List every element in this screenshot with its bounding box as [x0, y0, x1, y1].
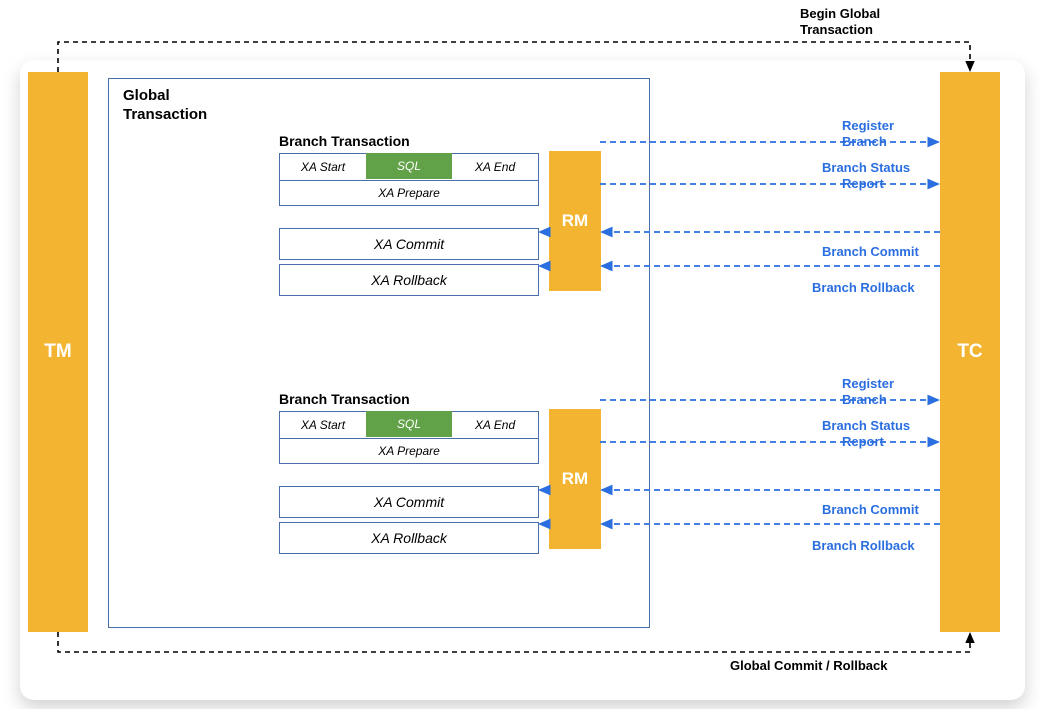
branch-group-1: Branch Transaction XA Start SQL XA End X…: [279, 133, 539, 300]
lbl-rollback-1: Branch Rollback: [812, 280, 915, 296]
xa-commit-1: XA Commit: [279, 228, 539, 260]
lbl-register-1: Register: [842, 118, 894, 134]
branch-title: Branch Transaction: [279, 391, 539, 407]
branch-box-1: XA Start SQL XA End XA Prepare: [279, 153, 539, 206]
branch-box-2: XA Start SQL XA End XA Prepare: [279, 411, 539, 464]
tm-block: TM: [28, 72, 88, 632]
xa-end: XA End: [452, 160, 538, 174]
lbl-commit-2: Branch Commit: [822, 502, 919, 518]
lbl-report-1: Report: [842, 176, 884, 192]
xa-rollback-1: XA Rollback: [279, 264, 539, 296]
branch-title: Branch Transaction: [279, 133, 539, 149]
sql-block: SQL: [366, 411, 452, 437]
global-transaction-box: Global Transaction Branch Transaction XA…: [108, 78, 650, 628]
branch-group-2: Branch Transaction XA Start SQL XA End X…: [279, 391, 539, 558]
tc-label: TC: [957, 341, 982, 363]
xa-commit-2: XA Commit: [279, 486, 539, 518]
global-title: Global Transaction: [123, 87, 207, 125]
lbl-report-2: Report: [842, 434, 884, 450]
tc-block: TC: [940, 72, 1000, 632]
xa-start: XA Start: [280, 418, 366, 432]
lbl-status-1: Branch Status: [822, 160, 910, 176]
lbl-status-2: Branch Status: [822, 418, 910, 434]
lbl-global-commit: Global Commit / Rollback: [730, 658, 887, 674]
xa-end: XA End: [452, 418, 538, 432]
sql-block: SQL: [366, 153, 452, 179]
lbl-commit-1: Branch Commit: [822, 244, 919, 260]
rm-label: RM: [562, 211, 588, 231]
xa-prepare: XA Prepare: [280, 438, 538, 463]
lbl-begin-global: Begin Global Transaction: [800, 6, 880, 37]
lbl-branch-2: Branch: [842, 392, 887, 408]
lbl-rollback-2: Branch Rollback: [812, 538, 915, 554]
rm-label: RM: [562, 469, 588, 489]
xa-start: XA Start: [280, 160, 366, 174]
rm-block-2: RM: [549, 409, 601, 549]
xa-rollback-2: XA Rollback: [279, 522, 539, 554]
tm-label: TM: [44, 341, 71, 363]
lbl-branch-1: Branch: [842, 134, 887, 150]
xa-prepare: XA Prepare: [280, 180, 538, 205]
lbl-register-2: Register: [842, 376, 894, 392]
rm-block-1: RM: [549, 151, 601, 291]
